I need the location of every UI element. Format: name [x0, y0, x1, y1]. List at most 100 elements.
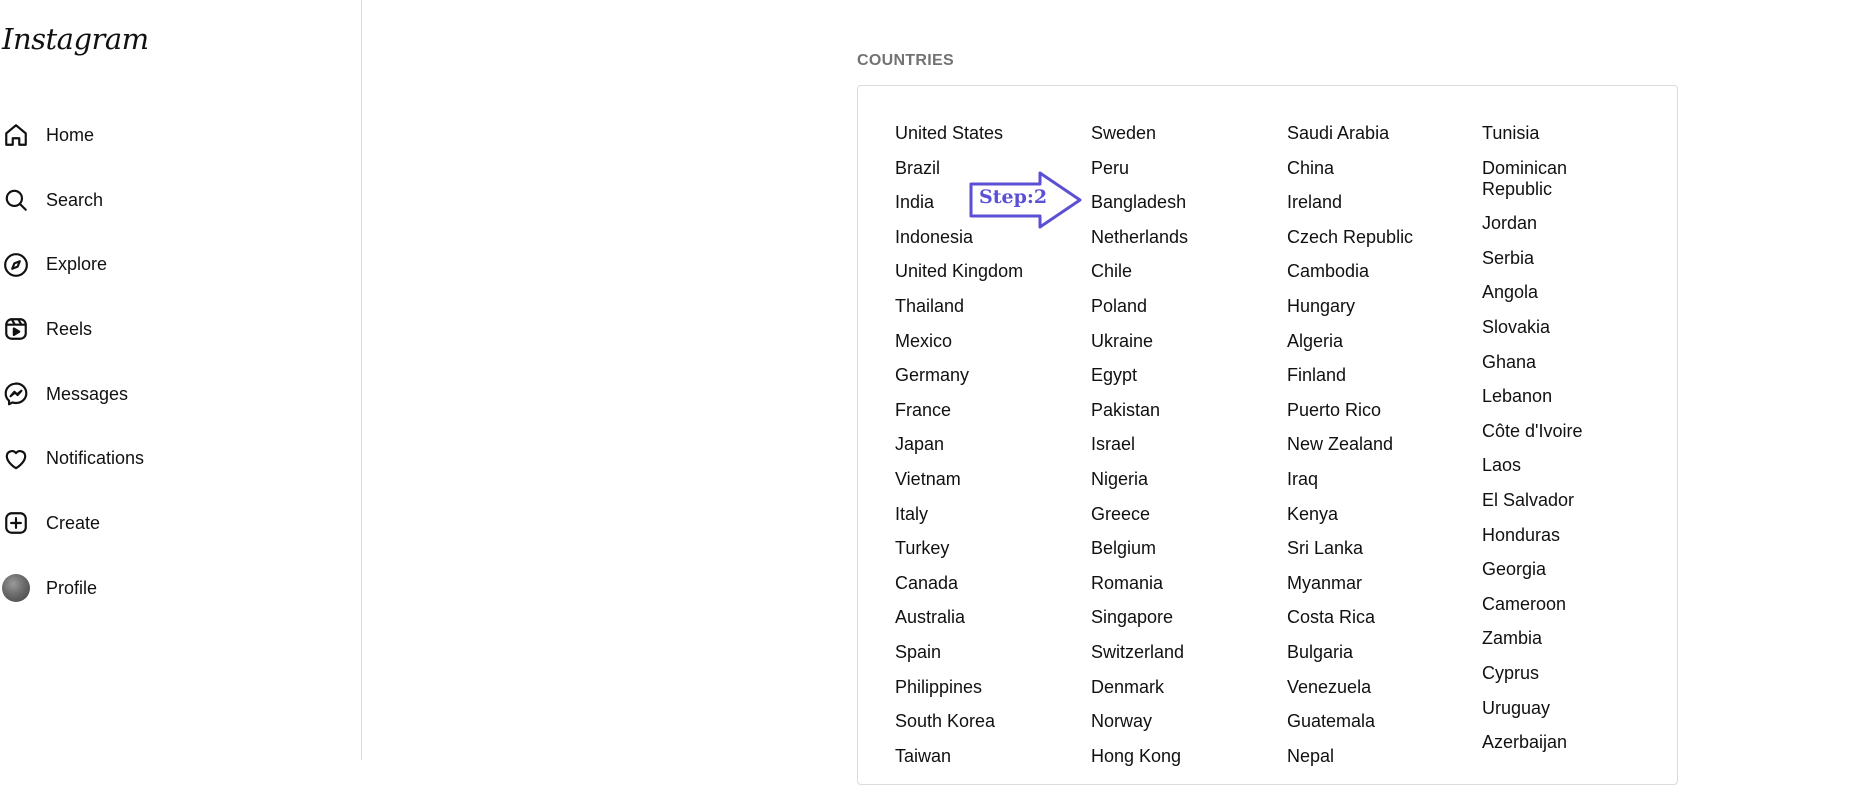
country-link[interactable]: Pakistan: [1091, 400, 1271, 421]
country-link[interactable]: Switzerland: [1091, 642, 1271, 663]
instagram-logo[interactable]: Instagram: [2, 22, 149, 56]
countries-heading: COUNTRIES: [857, 52, 954, 69]
country-link[interactable]: Singapore: [1091, 607, 1271, 628]
sidebar-item-messages[interactable]: Messages: [0, 362, 362, 427]
country-link[interactable]: Canada: [895, 573, 1075, 594]
country-link[interactable]: Dominican Republic: [1482, 158, 1632, 200]
sidebar-item-profile[interactable]: Profile: [0, 556, 362, 621]
country-link[interactable]: Ukraine: [1091, 331, 1271, 352]
country-link[interactable]: United Kingdom: [895, 261, 1075, 282]
country-link[interactable]: Laos: [1482, 455, 1632, 476]
plus-square-icon: [2, 509, 30, 537]
country-link[interactable]: Turkey: [895, 538, 1075, 559]
country-link[interactable]: Zambia: [1482, 628, 1632, 649]
country-link[interactable]: Israel: [1091, 434, 1271, 455]
home-icon: [2, 121, 30, 149]
profile-avatar: [2, 574, 30, 603]
country-link[interactable]: Norway: [1091, 711, 1271, 732]
countries-column: Saudi Arabia China Ireland Czech Republic Ca…: [1287, 123, 1467, 780]
sidebar-item-notifications[interactable]: Notifications: [0, 426, 362, 491]
country-link[interactable]: Cameroon: [1482, 594, 1632, 615]
country-link[interactable]: Egypt: [1091, 365, 1271, 386]
country-link[interactable]: Cambodia: [1287, 261, 1467, 282]
country-link[interactable]: South Korea: [895, 711, 1075, 732]
country-link[interactable]: Denmark: [1091, 677, 1271, 698]
country-link[interactable]: Poland: [1091, 296, 1271, 317]
country-link[interactable]: France: [895, 400, 1075, 421]
sidebar-item-create[interactable]: Create: [0, 491, 362, 556]
country-link[interactable]: Vietnam: [895, 469, 1075, 490]
country-link[interactable]: Honduras: [1482, 525, 1632, 546]
country-link[interactable]: Ireland: [1287, 192, 1467, 213]
sidebar-item-label: Profile: [46, 577, 98, 598]
countries-column: Sweden Peru Bangladesh Netherlands Chile Pola…: [1091, 123, 1271, 780]
country-link[interactable]: Mexico: [895, 331, 1075, 352]
country-link[interactable]: Iraq: [1287, 469, 1467, 490]
country-link[interactable]: Nigeria: [1091, 469, 1271, 490]
sidebar: Instagram Home Search Explore Reels Mess…: [0, 0, 362, 760]
country-link[interactable]: Sri Lanka: [1287, 538, 1467, 559]
sidebar-item-search[interactable]: Search: [0, 168, 362, 233]
compass-icon: [2, 251, 30, 279]
sidebar-item-label: Notifications: [46, 448, 145, 469]
avatar: [2, 574, 30, 603]
country-link[interactable]: Uruguay: [1482, 698, 1632, 719]
country-link[interactable]: Côte d'Ivoire: [1482, 421, 1632, 442]
country-link[interactable]: Germany: [895, 365, 1075, 386]
sidebar-item-label: Reels: [46, 318, 93, 339]
country-link[interactable]: Angola: [1482, 282, 1632, 303]
sidebar-item-label: Home: [46, 124, 95, 145]
sidebar-nav: Home Search Explore Reels Messages Notif…: [0, 103, 362, 621]
country-link[interactable]: Japan: [895, 434, 1075, 455]
country-link[interactable]: Georgia: [1482, 559, 1632, 580]
country-link[interactable]: Sweden: [1091, 123, 1271, 144]
sidebar-item-explore[interactable]: Explore: [0, 232, 362, 297]
country-link[interactable]: Guatemala: [1287, 711, 1467, 732]
country-link[interactable]: Finland: [1287, 365, 1467, 386]
country-link[interactable]: Saudi Arabia: [1287, 123, 1467, 144]
country-link[interactable]: Greece: [1091, 504, 1271, 525]
country-link[interactable]: Myanmar: [1287, 573, 1467, 594]
country-link[interactable]: Spain: [895, 642, 1075, 663]
country-link[interactable]: Italy: [895, 504, 1075, 525]
country-link[interactable]: New Zealand: [1287, 434, 1467, 455]
country-link[interactable]: Bulgaria: [1287, 642, 1467, 663]
country-link[interactable]: Taiwan: [895, 746, 1075, 767]
country-link[interactable]: Costa Rica: [1287, 607, 1467, 628]
sidebar-item-home[interactable]: Home: [0, 103, 362, 168]
sidebar-item-label: Explore: [46, 254, 108, 275]
country-link[interactable]: Tunisia: [1482, 123, 1632, 144]
country-link[interactable]: Thailand: [895, 296, 1075, 317]
country-link[interactable]: Hong Kong: [1091, 746, 1271, 767]
country-link[interactable]: Nepal: [1287, 746, 1467, 767]
search-icon: [2, 186, 30, 214]
country-link[interactable]: Lebanon: [1482, 386, 1632, 407]
country-link[interactable]: Peru: [1091, 158, 1271, 179]
country-link[interactable]: El Salvador: [1482, 490, 1632, 511]
country-link[interactable]: Hungary: [1287, 296, 1467, 317]
country-link[interactable]: United States: [895, 123, 1075, 144]
country-link[interactable]: Belgium: [1091, 538, 1271, 559]
heart-icon: [2, 445, 30, 473]
sidebar-item-label: Create: [46, 512, 101, 533]
country-link[interactable]: Cyprus: [1482, 663, 1632, 684]
country-link[interactable]: Bangladesh: [1091, 192, 1271, 213]
country-link[interactable]: Philippines: [895, 677, 1075, 698]
country-link[interactable]: Serbia: [1482, 248, 1632, 269]
country-link[interactable]: Slovakia: [1482, 317, 1632, 338]
country-link[interactable]: Netherlands: [1091, 227, 1271, 248]
sidebar-item-label: Messages: [46, 383, 129, 404]
country-link[interactable]: Chile: [1091, 261, 1271, 282]
country-link[interactable]: Algeria: [1287, 331, 1467, 352]
country-link[interactable]: Australia: [895, 607, 1075, 628]
sidebar-item-reels[interactable]: Reels: [0, 297, 362, 362]
country-link[interactable]: Kenya: [1287, 504, 1467, 525]
country-link[interactable]: Jordan: [1482, 213, 1632, 234]
country-link[interactable]: China: [1287, 158, 1467, 179]
country-link[interactable]: Czech Republic: [1287, 227, 1467, 248]
country-link[interactable]: Romania: [1091, 573, 1271, 594]
country-link[interactable]: Ghana: [1482, 352, 1632, 373]
country-link[interactable]: Puerto Rico: [1287, 400, 1467, 421]
country-link[interactable]: Venezuela: [1287, 677, 1467, 698]
country-link[interactable]: Azerbaijan: [1482, 732, 1632, 753]
